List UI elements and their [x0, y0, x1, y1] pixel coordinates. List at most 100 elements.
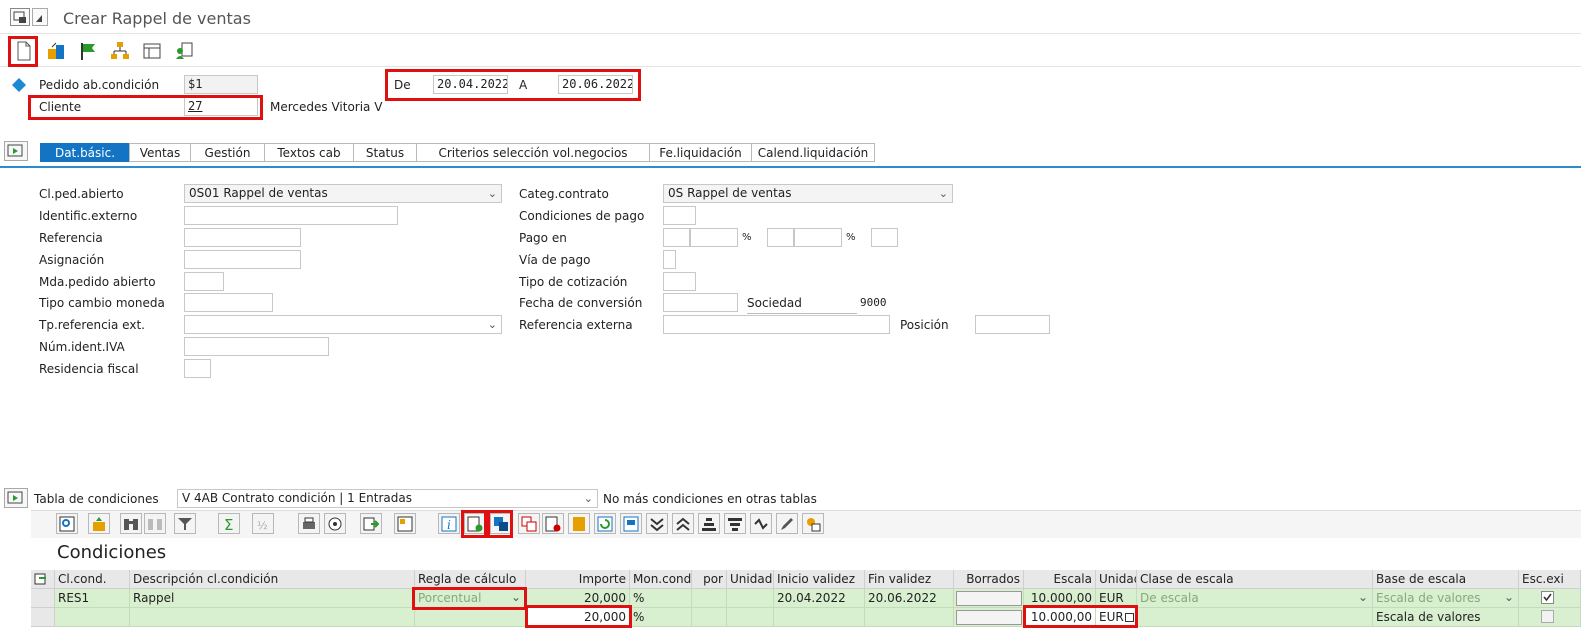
- tab-criterios[interactable]: Criterios selección vol.negocios: [416, 143, 650, 162]
- pagoen-pct1-field[interactable]: [690, 228, 738, 247]
- tabla-dropdown[interactable]: V 4AB Contrato condición | 1 Entradas ⌄: [177, 489, 598, 508]
- delete-row-icon[interactable]: [542, 513, 564, 534]
- transfer-icon[interactable]: [46, 41, 66, 61]
- row1-borrados[interactable]: [954, 589, 1024, 608]
- tipocambio-field[interactable]: [184, 293, 273, 312]
- header-fin[interactable]: Fin validez: [865, 570, 954, 589]
- filter-icon[interactable]: [174, 513, 196, 534]
- clped-dropdown[interactable]: 0S01 Rappel de ventas ⌄: [184, 184, 502, 203]
- dropdown-arrow-icon[interactable]: [32, 8, 48, 26]
- align-bottom-icon[interactable]: [724, 513, 746, 534]
- details-icon[interactable]: [56, 513, 78, 534]
- header-importe[interactable]: Importe: [526, 570, 630, 589]
- header-escala[interactable]: Escala: [1024, 570, 1096, 589]
- layout-icon[interactable]: [394, 513, 416, 534]
- hierarchy-icon[interactable]: [110, 41, 130, 61]
- header-borrados[interactable]: Borrados: [954, 570, 1024, 589]
- fechaconv-field[interactable]: [663, 293, 738, 312]
- header-base[interactable]: Base de escala: [1373, 570, 1519, 589]
- tab-textos-cab[interactable]: Textos cab: [264, 143, 354, 162]
- tab-gestion[interactable]: Gestión: [190, 143, 265, 162]
- row1-inicio[interactable]: 20.04.2022: [774, 589, 865, 608]
- row2-borrados-box[interactable]: [956, 610, 1022, 625]
- header-por[interactable]: por: [692, 570, 727, 589]
- header-unidad[interactable]: Unidad: [727, 570, 774, 589]
- categ-dropdown[interactable]: 0S Rappel de ventas ⌄: [663, 184, 953, 203]
- row1-base-dropdown[interactable]: Escala de valores ⌄: [1373, 589, 1519, 608]
- views-icon[interactable]: [324, 513, 346, 534]
- find-icon[interactable]: [120, 513, 142, 534]
- identext-field[interactable]: [184, 206, 398, 225]
- tab-calend-liquidacion[interactable]: Calend.liquidación: [751, 143, 875, 162]
- viapago-field[interactable]: [663, 250, 676, 269]
- tab-fe-liquidacion[interactable]: Fe.liquidación: [649, 143, 752, 162]
- expand-header-button[interactable]: [4, 141, 28, 161]
- sum-icon[interactable]: Σ: [218, 513, 240, 534]
- expand-all-icon[interactable]: [672, 513, 694, 534]
- row1-selector[interactable]: [31, 589, 55, 608]
- align-top-icon[interactable]: [698, 513, 720, 534]
- tab-ventas[interactable]: Ventas: [129, 143, 191, 162]
- overview-icon[interactable]: [142, 41, 162, 61]
- select-all-icon[interactable]: [31, 570, 55, 589]
- pagoen-pct2-field[interactable]: [794, 228, 842, 247]
- info-icon[interactable]: i: [438, 513, 460, 534]
- flag-icon[interactable]: [78, 41, 98, 61]
- note-icon[interactable]: [568, 513, 590, 534]
- tab-datbasic[interactable]: Dat.básic.: [40, 143, 130, 162]
- row1-clcond[interactable]: RES1: [55, 589, 130, 608]
- refext-field[interactable]: [663, 315, 890, 334]
- tipocot-field[interactable]: [663, 272, 696, 291]
- header-clase[interactable]: Clase de escala: [1137, 570, 1373, 589]
- row1-clase-dropdown[interactable]: De escala ⌄: [1137, 589, 1373, 608]
- tpref-dropdown[interactable]: ⌄: [184, 315, 502, 334]
- highlight-importe-row2: [525, 605, 632, 628]
- menu-icon[interactable]: [10, 8, 30, 26]
- posicion-field[interactable]: [975, 315, 1050, 334]
- row1-fin[interactable]: 20.06.2022: [865, 589, 954, 608]
- residencia-field[interactable]: [184, 359, 211, 378]
- row2-escexi[interactable]: [1519, 608, 1581, 627]
- edit-icon[interactable]: [776, 513, 798, 534]
- export-icon[interactable]: [360, 513, 382, 534]
- column-icon[interactable]: [88, 513, 110, 534]
- tab-status[interactable]: Status: [353, 143, 417, 162]
- find-next-icon[interactable]: [144, 513, 166, 534]
- partner-icon[interactable]: [174, 41, 194, 61]
- duplicate-icon[interactable]: [518, 513, 540, 534]
- pagoen-days1-field[interactable]: [663, 228, 690, 247]
- variant-icon[interactable]: [802, 513, 824, 534]
- row2-borrados[interactable]: [954, 608, 1024, 627]
- pagoen-days2-field[interactable]: [767, 228, 794, 247]
- mda-field[interactable]: [184, 272, 224, 291]
- header-escexi[interactable]: Esc.exi: [1519, 570, 1581, 589]
- checkbox-checked-icon[interactable]: [1541, 591, 1555, 605]
- header-unidad2[interactable]: Unidad: [1096, 570, 1137, 589]
- row1-borrados-box[interactable]: [956, 591, 1022, 606]
- row2-clcond: [55, 608, 130, 627]
- row1-unidad[interactable]: [727, 589, 774, 608]
- refresh-icon[interactable]: [594, 513, 616, 534]
- process-icon[interactable]: [750, 513, 772, 534]
- pagoen-days3-field[interactable]: [871, 228, 898, 247]
- header-descripcion[interactable]: Descripción cl.condición: [130, 570, 415, 589]
- subtotal-icon[interactable]: ½: [252, 513, 274, 534]
- condpago-field[interactable]: [663, 206, 696, 225]
- save-layout-icon[interactable]: [620, 513, 642, 534]
- header-clcond[interactable]: Cl.cond.: [55, 570, 130, 589]
- numiva-field[interactable]: [184, 337, 329, 356]
- chevron-down-icon: ⌄: [583, 492, 593, 505]
- asignacion-field[interactable]: [184, 250, 301, 269]
- print-icon[interactable]: [298, 513, 320, 534]
- mda-label: Mda.pedido abierto: [39, 275, 156, 289]
- checkbox-unchecked-icon[interactable]: [1541, 610, 1555, 624]
- row1-por[interactable]: [692, 589, 727, 608]
- collapse-all-icon[interactable]: [646, 513, 668, 534]
- row2-selector[interactable]: [31, 608, 55, 627]
- header-inicio[interactable]: Inicio validez: [774, 570, 865, 589]
- row1-escexi[interactable]: [1519, 589, 1581, 608]
- sociedad-value: 9000: [860, 296, 887, 309]
- expand-conditions-button[interactable]: [4, 488, 28, 508]
- header-moncond[interactable]: Mon.cond.: [630, 570, 692, 589]
- referencia-field[interactable]: [184, 228, 301, 247]
